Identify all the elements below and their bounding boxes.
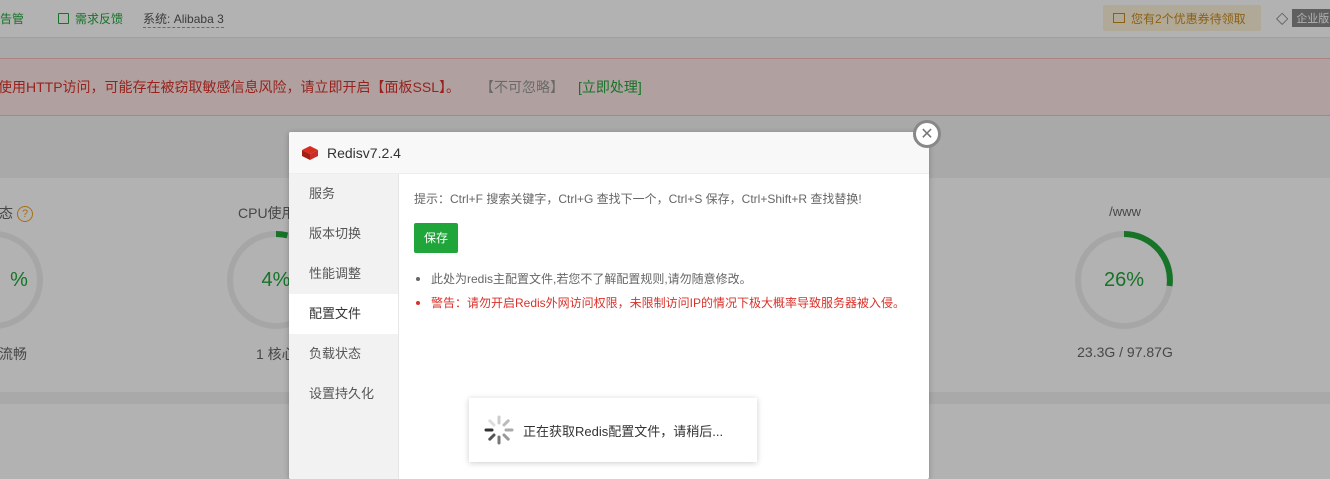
security-warning: 警告：请勿开启Redis外网访问权限，未限制访问IP的情况下极大概率导致服务器被… bbox=[414, 291, 914, 315]
menu-persistence[interactable]: 设置持久化 bbox=[289, 374, 398, 414]
menu-service[interactable]: 服务 bbox=[289, 174, 398, 214]
modal-title: Redisv7.2.4 bbox=[327, 144, 401, 161]
loading-text: 正在获取Redis配置文件，请稍后... bbox=[523, 423, 724, 439]
loading-toast: 正在获取Redis配置文件，请稍后... bbox=[469, 398, 757, 462]
spinner-icon bbox=[484, 415, 514, 445]
redis-icon bbox=[302, 145, 318, 160]
menu-load-status[interactable]: 负载状态 bbox=[289, 334, 398, 374]
menu-version-switch[interactable]: 版本切换 bbox=[289, 214, 398, 254]
shortcut-tip: 提示：Ctrl+F 搜索关键字，Ctrl+G 查找下一个，Ctrl+S 保存，C… bbox=[414, 192, 862, 206]
modal-header: Redisv7.2.4 bbox=[289, 132, 929, 174]
modal-sidebar: 服务 版本切换 性能调整 配置文件 负载状态 设置持久化 bbox=[289, 174, 399, 479]
menu-config-file[interactable]: 配置文件 bbox=[289, 294, 398, 334]
notes-list: 此处为redis主配置文件,若您不了解配置规则,请勿随意修改。 警告：请勿开启R… bbox=[414, 267, 914, 315]
close-icon[interactable]: ✕ bbox=[913, 120, 941, 148]
config-note: 此处为redis主配置文件,若您不了解配置规则,请勿随意修改。 bbox=[414, 267, 914, 291]
menu-performance[interactable]: 性能调整 bbox=[289, 254, 398, 294]
save-button[interactable]: 保存 bbox=[414, 223, 459, 253]
